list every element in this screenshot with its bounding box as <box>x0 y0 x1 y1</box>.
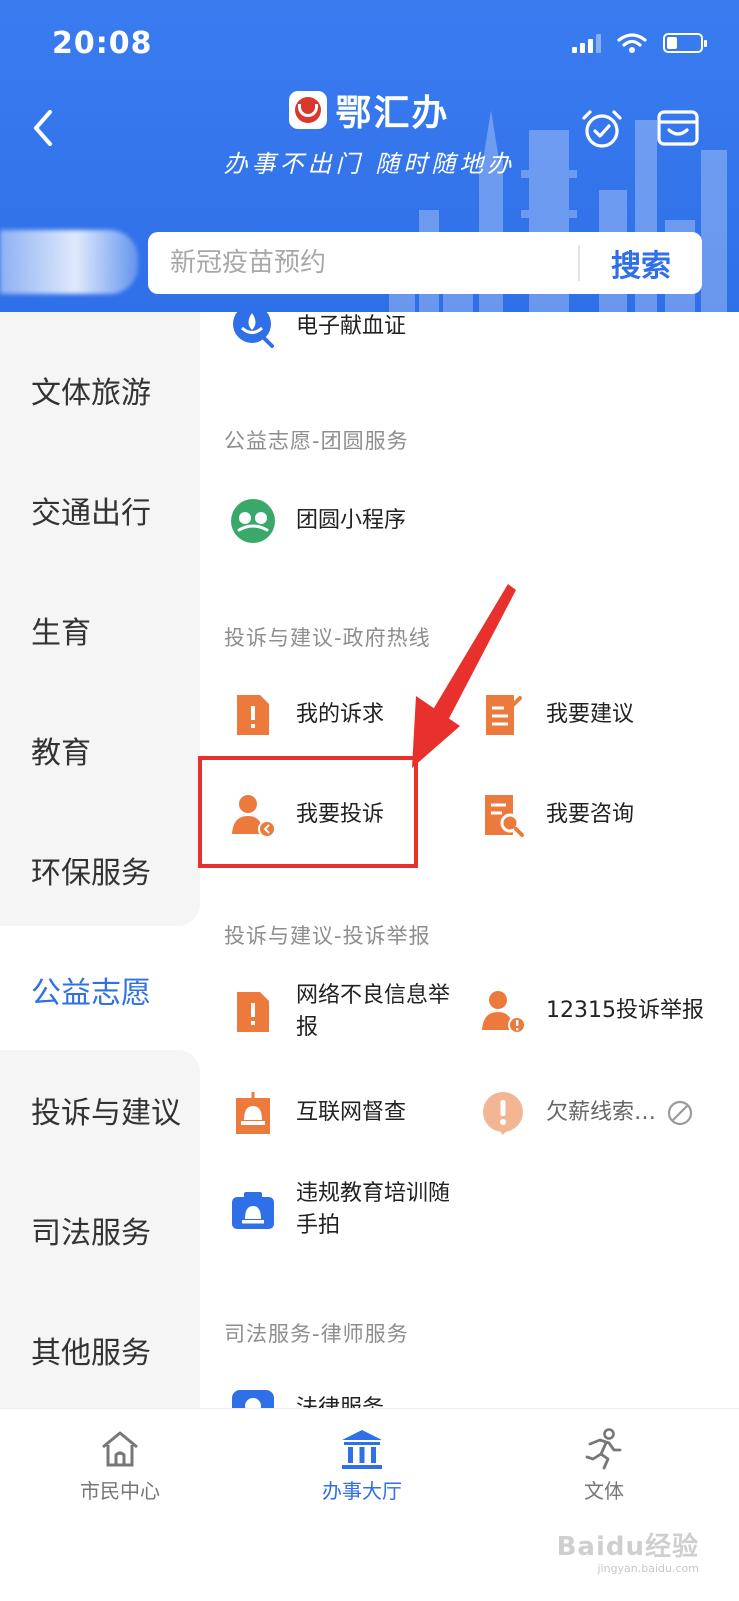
service-internet-supervision[interactable]: 互联网督查 <box>230 1090 406 1136</box>
service-reunion-miniprogram[interactable]: 团圆小程序 <box>230 498 406 544</box>
siren-document-icon <box>236 1092 270 1134</box>
battery-icon <box>663 33 707 53</box>
service-label: 团圆小程序 <box>296 508 407 533</box>
tab-service-hall[interactable]: 办事大厅 <box>272 1427 452 1504</box>
wifi-icon <box>617 33 647 53</box>
alarm-clock-icon <box>582 110 622 148</box>
tab-culture-sports[interactable]: 文体 <box>514 1427 694 1504</box>
search-input[interactable] <box>148 232 578 294</box>
service-label: 我要建议 <box>546 702 635 727</box>
person-alert-icon <box>482 991 526 1034</box>
section-title-legal: 司法服务-律师服务 <box>224 1322 409 1346</box>
home-icon <box>102 1431 138 1467</box>
service-file-complaint[interactable]: 我要投诉 <box>230 792 384 838</box>
app-title: 鄂汇办 <box>335 92 450 134</box>
service-legal[interactable]: 法律服务 <box>230 1386 384 1408</box>
card-wallet-button[interactable] <box>656 108 700 148</box>
service-label: 网络不良信息举报 <box>296 983 451 1040</box>
service-12315-report[interactable]: 12315投诉举报 <box>480 988 704 1034</box>
watermark-url: jingyan.baidu.com <box>597 1562 699 1575</box>
service-bad-info-report[interactable]: 网络不良信息举报 <box>230 980 456 1044</box>
service-blood-donation[interactable]: 电子献血证 <box>230 312 406 350</box>
sidebar-item-other[interactable]: 其他服务 <box>0 1290 200 1410</box>
service-label: 我要投诉 <box>296 802 385 827</box>
blood-donation-icon <box>233 312 274 348</box>
alarm-clock-button[interactable] <box>580 106 624 150</box>
camera-siren-icon <box>232 1192 274 1229</box>
service-content: 电子献血证 公益志愿-团圆服务 团圆小程序 投诉与建议-政府热线 我的诉求 我要… <box>200 312 739 1408</box>
section-title-reunion: 公益志愿-团圆服务 <box>224 429 409 453</box>
service-label: 我的诉求 <box>296 702 385 727</box>
tab-label: 市民中心 <box>80 1479 160 1503</box>
service-my-suggestions[interactable]: 我要建议 <box>480 692 634 738</box>
service-label: 我要咨询 <box>546 802 635 827</box>
service-label: 互联网督查 <box>296 1100 407 1125</box>
service-label: 电子献血证 <box>296 314 407 339</box>
service-unpaid-wages-leads[interactable]: 欠薪线索… <box>480 1090 694 1136</box>
watermark: Baidu经验 <box>556 1532 699 1562</box>
sidebar-item-childbirth[interactable]: 生育 <box>0 570 200 690</box>
location-selector[interactable] <box>0 230 138 294</box>
running-person-icon <box>585 1428 622 1470</box>
tab-citizen-center[interactable]: 市民中心 <box>30 1427 210 1504</box>
document-edit-icon <box>486 695 522 735</box>
app-branding: 鄂汇办 办事不出门 随时随地办 <box>0 84 739 179</box>
document-search-icon <box>485 795 524 837</box>
sidebar-item-environmental[interactable]: 环保服务 <box>0 810 200 930</box>
service-consultation[interactable]: 我要咨询 <box>480 792 634 838</box>
search-bar: 搜索 <box>148 232 702 294</box>
person-complaint-icon <box>232 795 276 838</box>
sidebar-item-education[interactable]: 教育 <box>0 690 200 810</box>
government-building-icon <box>342 1430 382 1469</box>
document-alert-icon <box>237 695 269 735</box>
section-title-reporting: 投诉与建议-投诉举报 <box>224 924 431 948</box>
service-label: 12315投诉举报 <box>546 998 704 1023</box>
tab-label: 文体 <box>584 1479 624 1503</box>
search-button[interactable]: 搜索 <box>580 241 702 285</box>
category-sidebar: 文体旅游 交通出行 生育 教育 环保服务 公益志愿 投诉与建议 司法服务 其他服… <box>0 312 200 1408</box>
sidebar-item-transportation[interactable]: 交通出行 <box>0 450 200 570</box>
section-title-gov-hotline: 投诉与建议-政府热线 <box>224 626 431 650</box>
app-slogan: 办事不出门 随时随地办 <box>223 150 516 178</box>
legal-service-icon <box>232 1390 274 1408</box>
service-label: 违规教育培训随手拍 <box>296 1181 451 1238</box>
status-time: 20:08 <box>52 26 153 61</box>
unavailable-icon <box>667 1100 693 1126</box>
service-label: 欠薪线索… <box>546 1100 657 1125</box>
status-indicators <box>572 32 707 54</box>
service-label: 法律服务 <box>296 1393 384 1408</box>
app-logo-icon <box>289 91 328 129</box>
service-education-training-snapshot[interactable]: 违规教育培训随手拍 <box>230 1178 456 1242</box>
exclamation-bubble-icon <box>483 1092 523 1135</box>
document-alert-icon <box>237 992 269 1032</box>
card-wallet-icon <box>657 110 699 146</box>
sidebar-item-public-welfare[interactable]: 公益志愿 <box>0 930 200 1050</box>
sidebar-item-judicial[interactable]: 司法服务 <box>0 1170 200 1290</box>
reunion-miniprogram-icon <box>231 499 275 543</box>
sidebar-item-complaints[interactable]: 投诉与建议 <box>0 1050 200 1170</box>
app-header: 20:08 鄂汇办 办事不出门 随时随地办 新冠疫苗预约 搜索 <box>0 0 739 312</box>
tab-label: 办事大厅 <box>322 1479 402 1503</box>
service-my-appeals[interactable]: 我的诉求 <box>230 692 384 738</box>
cellular-signal-icon <box>572 33 601 53</box>
sidebar-item-culture-tourism[interactable]: 文体旅游 <box>0 330 200 450</box>
